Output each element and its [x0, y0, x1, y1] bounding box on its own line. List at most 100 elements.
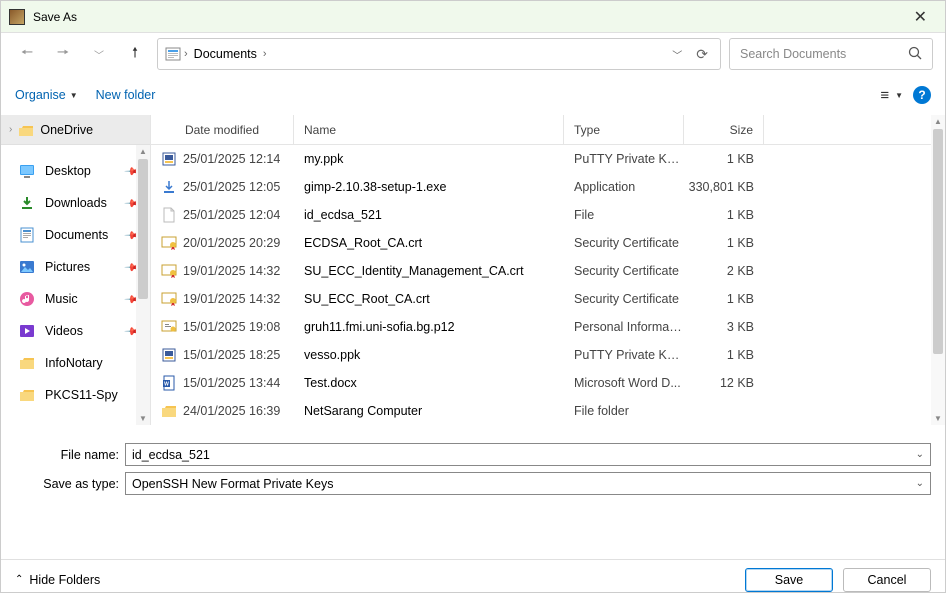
- view-list-icon: ≡: [880, 87, 889, 104]
- view-button[interactable]: ≡ ▼: [880, 87, 903, 104]
- file-row[interactable]: W15/01/2025 13:44Test.docxMicrosoft Word…: [151, 369, 945, 397]
- chevron-down-icon: ▼: [70, 91, 78, 100]
- file-name: my.ppk: [294, 152, 564, 166]
- file-row[interactable]: 20/01/2025 20:29 ECDSA_Root_CA.crtSecurit…: [151, 229, 945, 257]
- sidebar-item-infonotary[interactable]: InfoNotary: [1, 347, 150, 379]
- file-row[interactable]: 19/01/2025 14:32SU_ECC_Identity_Manageme…: [151, 257, 945, 285]
- file-row[interactable]: 19/01/2025 14:32SU_ECC_Root_CA.crtSecuri…: [151, 285, 945, 313]
- filename-input[interactable]: id_ecdsa_521 ⌄: [125, 443, 931, 466]
- sidebar-onedrive-label: OneDrive: [40, 123, 93, 137]
- sidebar-scroll-thumb[interactable]: [138, 159, 148, 299]
- sidebar-item-label: Desktop: [45, 164, 91, 178]
- window-title: Save As: [33, 10, 904, 24]
- file-date: 24/01/2025 16:39: [183, 404, 280, 418]
- sidebar-item-label: Documents: [45, 228, 108, 242]
- sidebar-item-desktop[interactable]: Desktop📌: [1, 155, 150, 187]
- savetype-label: Save as type:: [15, 477, 119, 491]
- chevron-down-icon: ▼: [895, 91, 903, 100]
- ppk-icon: [161, 347, 177, 363]
- sidebar-item-onedrive[interactable]: › OneDrive: [1, 115, 150, 145]
- file-type: PuTTY Private Key...: [564, 348, 684, 362]
- file-type: Security Certificate: [564, 236, 684, 250]
- column-type[interactable]: Type: [564, 115, 684, 144]
- sidebar-item-pkcs11-spy[interactable]: PKCS11-Spy: [1, 379, 150, 411]
- title-bar: Save As ✕: [1, 1, 945, 33]
- file-type: Personal Informati...: [564, 320, 684, 334]
- organise-label: Organise: [15, 88, 66, 102]
- up-button[interactable]: 🠕: [121, 40, 149, 68]
- savetype-select[interactable]: OpenSSH New Format Private Keys ⌄: [125, 472, 931, 495]
- column-name[interactable]: Name: [294, 115, 564, 144]
- sidebar-item-documents[interactable]: Documents📌: [1, 219, 150, 251]
- exe-icon: [161, 179, 177, 195]
- search-box[interactable]: Search Documents: [729, 38, 933, 70]
- cert-icon: [161, 235, 177, 251]
- file-row[interactable]: 25/01/2025 12:04id_ecdsa_521File1 KB: [151, 201, 945, 229]
- filelist-scroll-thumb[interactable]: [933, 129, 943, 354]
- downloads-icon: [19, 195, 35, 211]
- file-date: 15/01/2025 13:44: [183, 376, 280, 390]
- file-name: NetSarang Computer: [294, 404, 564, 418]
- column-date[interactable]: Date modified: [151, 115, 294, 144]
- address-bar[interactable]: › Documents › ﹀ ⟳: [157, 38, 721, 70]
- file-size: 1 KB: [684, 292, 764, 306]
- scroll-down-icon: ▼: [931, 414, 945, 423]
- location-icon: [164, 45, 182, 63]
- file-name: ECDSA_Root_CA.crt: [294, 236, 564, 250]
- breadcrumb-separator: ›: [261, 48, 269, 60]
- file-size: 1 KB: [684, 236, 764, 250]
- scroll-up-icon: ▲: [931, 117, 945, 126]
- sidebar-item-pictures[interactable]: Pictures📌: [1, 251, 150, 283]
- savetype-value: OpenSSH New Format Private Keys: [132, 477, 916, 491]
- sidebar-scrollbar[interactable]: ▲ ▼: [136, 145, 150, 425]
- back-button[interactable]: 🠔: [13, 40, 41, 68]
- file-type: File folder: [564, 404, 684, 418]
- close-button[interactable]: ✕: [904, 3, 937, 31]
- sidebar-item-downloads[interactable]: Downloads📌: [1, 187, 150, 219]
- save-button[interactable]: Save: [745, 568, 833, 592]
- address-dropdown[interactable]: ﹀: [664, 47, 690, 62]
- breadcrumb-documents[interactable]: Documents: [190, 47, 261, 61]
- file-size: 12 KB: [684, 376, 764, 390]
- toolbar: Organise ▼ New folder ≡ ▼ ?: [1, 75, 945, 115]
- file-size: 2 KB: [684, 264, 764, 278]
- hide-folders-button[interactable]: ⌃ Hide Folders: [15, 573, 100, 587]
- cancel-button[interactable]: Cancel: [843, 568, 931, 592]
- filename-value: id_ecdsa_521: [132, 448, 916, 462]
- footer: ⌃ Hide Folders Save Cancel: [1, 559, 945, 599]
- organise-button[interactable]: Organise ▼: [15, 88, 78, 102]
- file-name: SU_ECC_Root_CA.crt: [294, 292, 564, 306]
- new-folder-button[interactable]: New folder: [96, 88, 156, 102]
- desktop-icon: [19, 163, 35, 179]
- sidebar-item-music[interactable]: Music📌: [1, 283, 150, 315]
- documents-icon: [19, 227, 35, 243]
- file-row[interactable]: 25/01/2025 12:05gimp-2.10.38-setup-1.exe…: [151, 173, 945, 201]
- sidebar-item-videos[interactable]: Videos📌: [1, 315, 150, 347]
- file-date: 15/01/2025 18:25: [183, 348, 280, 362]
- cert-icon: [161, 263, 177, 279]
- folder-icon: [19, 387, 35, 403]
- file-row[interactable]: 15/01/2025 19:08gruh11.fmi.uni-sofia.bg.…: [151, 313, 945, 341]
- file-row[interactable]: 25/01/2025 12:14my.ppkPuTTY Private Key.…: [151, 145, 945, 173]
- hide-folders-label: Hide Folders: [29, 573, 100, 587]
- main-area: › OneDrive Desktop📌Downloads📌Documents📌P…: [1, 115, 945, 425]
- filelist-scrollbar[interactable]: ▲ ▼: [931, 115, 945, 425]
- chevron-down-icon: ⌄: [916, 478, 924, 489]
- column-size[interactable]: Size: [684, 115, 764, 144]
- sidebar-item-label: Downloads: [45, 196, 107, 210]
- file-row[interactable]: 24/01/2025 16:39 NetSarang ComputerFile f…: [151, 397, 945, 425]
- file-date: 25/01/2025 12:14: [183, 152, 280, 166]
- file-row[interactable]: 15/01/2025 18:25vesso.ppkPuTTY Private K…: [151, 341, 945, 369]
- pictures-icon: [19, 259, 35, 275]
- history-dropdown[interactable]: ﹀: [85, 40, 113, 68]
- refresh-button[interactable]: ⟳: [690, 46, 714, 63]
- chevron-right-icon: ›: [9, 124, 12, 135]
- forward-button[interactable]: 🠖: [49, 40, 77, 68]
- file-date: 15/01/2025 19:08: [183, 320, 280, 334]
- file-type: Security Certificate: [564, 292, 684, 306]
- file-size: 1 KB: [684, 208, 764, 222]
- file-date: 20/01/2025 20:29: [183, 236, 280, 250]
- file-size: 1 KB: [684, 152, 764, 166]
- help-button[interactable]: ?: [913, 86, 931, 104]
- cert-icon: [161, 291, 177, 307]
